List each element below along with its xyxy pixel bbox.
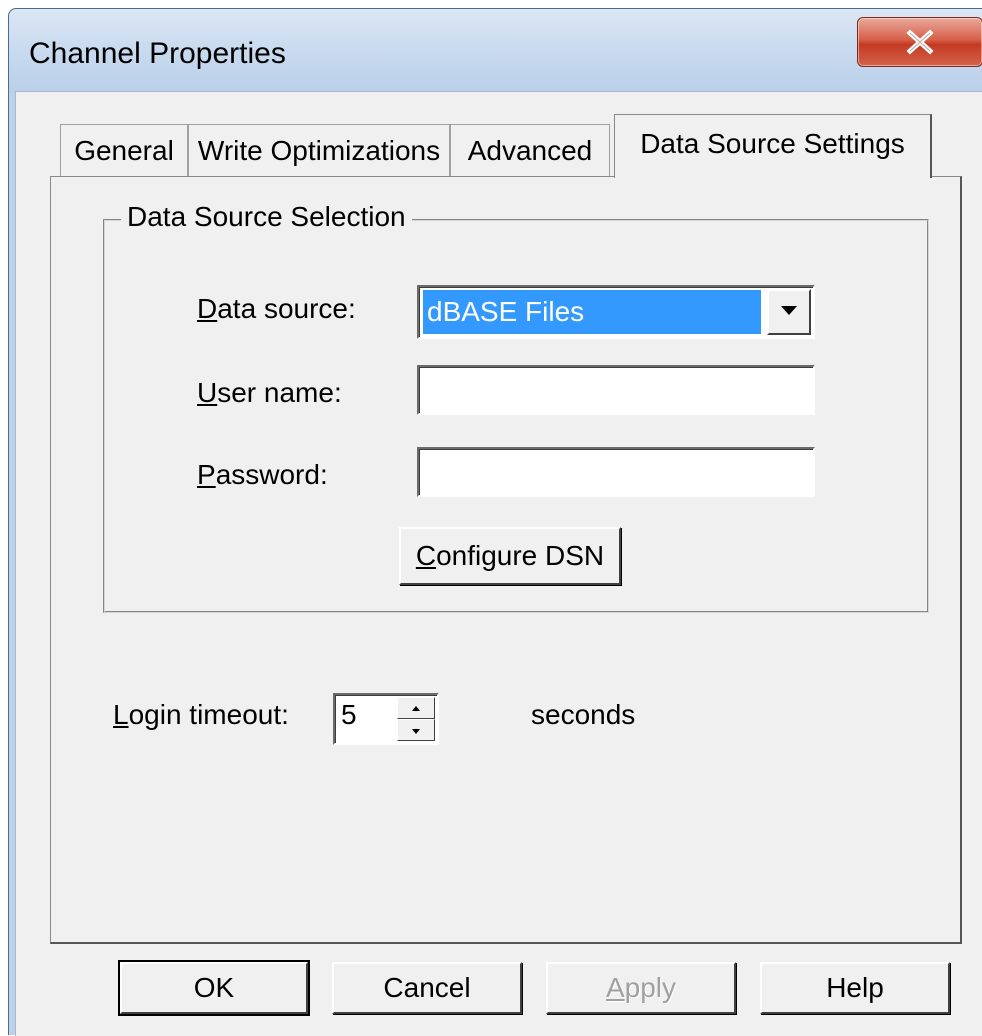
spin-down-button[interactable] bbox=[397, 719, 435, 741]
title-bar[interactable]: Channel Properties bbox=[9, 9, 982, 93]
close-button[interactable] bbox=[857, 17, 982, 67]
close-icon bbox=[905, 29, 935, 55]
dialog-client-area: General Write Optimizations Advanced Dat… bbox=[15, 91, 982, 1036]
tab-data-source-settings[interactable]: Data Source Settings bbox=[614, 114, 932, 178]
group-legend: Data Source Selection bbox=[121, 201, 412, 233]
data-source-select[interactable]: dBASE Files bbox=[417, 285, 815, 339]
login-timeout-value[interactable]: 5 bbox=[341, 699, 357, 731]
password-input[interactable] bbox=[417, 447, 815, 497]
cancel-button[interactable]: Cancel bbox=[332, 962, 522, 1014]
login-timeout-spinner[interactable]: 5 bbox=[333, 693, 439, 745]
user-name-input[interactable] bbox=[417, 365, 815, 415]
help-button[interactable]: Help bbox=[760, 962, 950, 1014]
ok-button[interactable]: OK bbox=[120, 962, 308, 1014]
channel-properties-window: Channel Properties General Write Optimiz… bbox=[8, 8, 982, 1036]
tab-label: General bbox=[74, 135, 174, 166]
login-timeout-unit: seconds bbox=[531, 699, 636, 730]
tab-label: Advanced bbox=[467, 135, 593, 166]
dropdown-arrow-icon bbox=[781, 303, 797, 321]
login-timeout-label: Login timeout: bbox=[113, 699, 289, 730]
tab-label: Write Optimizations bbox=[197, 135, 441, 166]
apply-button[interactable]: Apply bbox=[546, 962, 736, 1014]
tab-general[interactable]: General bbox=[60, 124, 188, 176]
dropdown-button[interactable] bbox=[767, 289, 811, 335]
spin-up-button[interactable] bbox=[397, 697, 435, 719]
data-source-selected-value: dBASE Files bbox=[423, 290, 761, 334]
window-title: Channel Properties bbox=[29, 37, 286, 70]
configure-dsn-button[interactable]: Configure DSN bbox=[399, 527, 621, 585]
tab-label: Data Source Settings bbox=[640, 128, 905, 159]
tab-write-optimizations[interactable]: Write Optimizations bbox=[188, 124, 450, 176]
data-source-label: Data source: bbox=[197, 293, 356, 324]
user-name-label: User name: bbox=[197, 377, 342, 408]
tab-panel-data-source-settings: Data Source Selection Data source: dBASE… bbox=[50, 176, 962, 944]
tab-advanced[interactable]: Advanced bbox=[450, 124, 610, 176]
password-label: Password: bbox=[197, 459, 328, 490]
spin-up-icon bbox=[412, 699, 420, 717]
data-source-selection-group: Data Source Selection Data source: dBASE… bbox=[103, 201, 929, 613]
spin-down-icon bbox=[412, 721, 420, 739]
